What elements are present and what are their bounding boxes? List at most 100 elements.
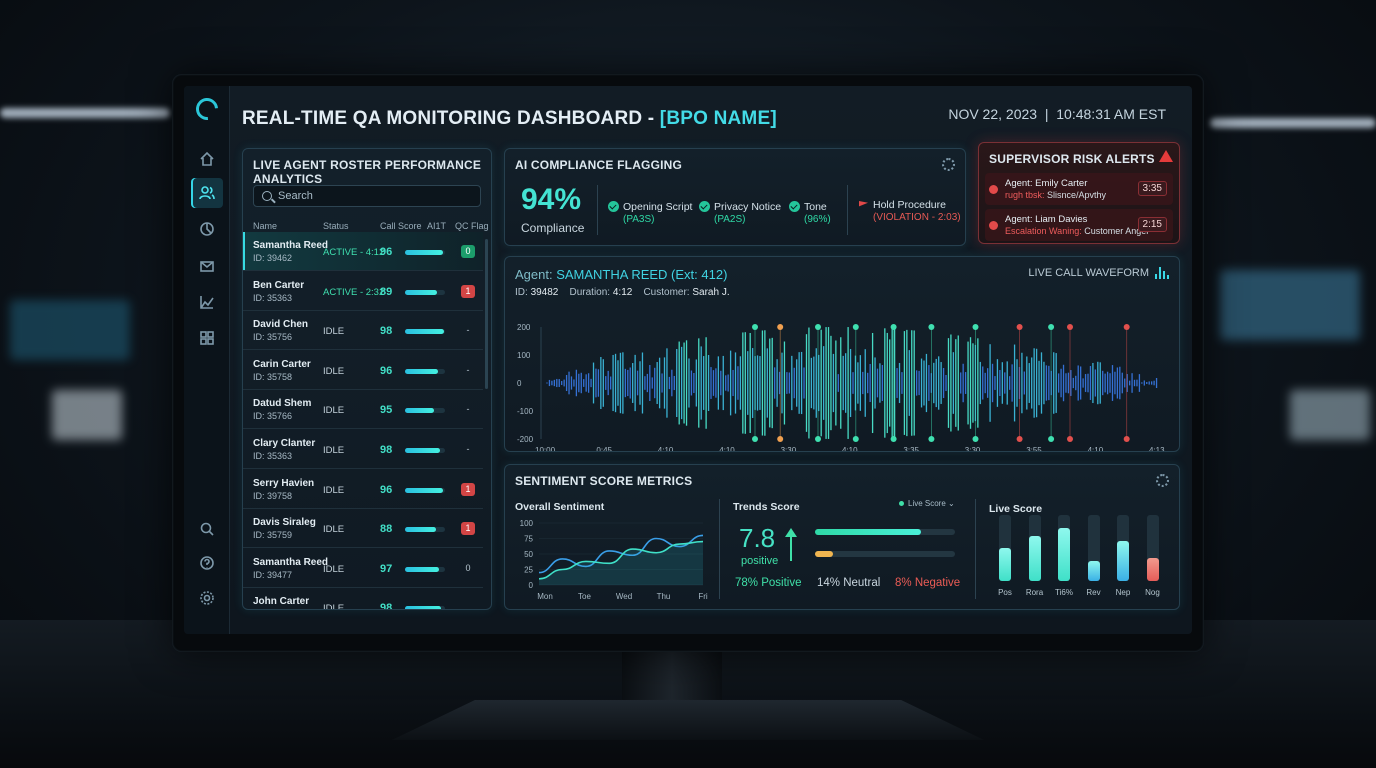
y-tick-label: 25	[524, 566, 533, 575]
live-score-dropdown[interactable]: Live Score ⌄	[899, 499, 955, 508]
search-icon[interactable]	[191, 514, 223, 544]
settings-icon[interactable]	[191, 583, 223, 613]
help-icon[interactable]	[191, 548, 223, 578]
qc-flag-badge[interactable]: -	[461, 403, 475, 416]
waveform-chart: 200 100 0 -100 -20010:00 0:45 4:10 4:10 3:30 4:10…	[517, 323, 1165, 452]
check-label: Privacy Notice	[714, 201, 782, 213]
chart-icon[interactable]	[191, 287, 223, 317]
column-header-qc-flag[interactable]: QC Flag	[455, 221, 489, 231]
event-marker[interactable]	[1123, 324, 1130, 330]
alert-description: rugh tbsk: Slisnce/Apvthy	[1005, 190, 1106, 200]
qc-flag-badge[interactable]: 0	[461, 562, 475, 575]
home-icon[interactable]	[191, 144, 223, 174]
mail-icon[interactable]	[191, 251, 223, 281]
event-marker[interactable]	[752, 436, 758, 442]
risk-alert[interactable]: Agent: Liam Davies Escalation Waning: Cu…	[985, 209, 1173, 241]
table-row[interactable]: Ben Carter ID: 35363 ACTIVE - 2:32 89 1	[243, 272, 483, 311]
event-marker[interactable]	[1048, 324, 1055, 330]
qc-flag-badge[interactable]: -	[461, 324, 475, 337]
overall-sentiment-chart: 100 75 50 25 0Mon Toe Wed Thu Fri	[520, 519, 708, 601]
datetime: NOV 22, 2023 | 10:48:31 AM EST	[948, 106, 1166, 122]
table-row[interactable]: Samantha Reed ID: 39477 IDLE 97 0	[243, 549, 483, 588]
event-marker[interactable]	[815, 324, 821, 330]
table-row[interactable]: Davis Siraleg ID: 35759 IDLE 88 1	[243, 509, 483, 549]
event-marker[interactable]	[815, 436, 821, 442]
event-marker[interactable]	[890, 436, 897, 442]
column-header-name[interactable]: Name	[253, 221, 277, 231]
agent-name: Carin Carter	[253, 358, 311, 370]
violation-label: Hold Procedure	[873, 199, 946, 211]
event-marker[interactable]	[1067, 436, 1073, 442]
event-marker[interactable]	[852, 436, 859, 442]
ai-score-bar	[405, 250, 445, 255]
divider	[975, 499, 976, 599]
live-score-bar	[1146, 515, 1159, 581]
arrow-up-icon	[785, 528, 797, 561]
qc-flag-badge[interactable]: 1	[461, 482, 475, 496]
x-tick-label: 4:13	[1149, 446, 1165, 452]
alert-text: Slisnce/Apvthy	[1044, 190, 1107, 200]
search-box	[253, 185, 481, 207]
users-icon[interactable]	[191, 178, 223, 208]
live-score-bar-fill	[1087, 561, 1100, 581]
trend-score-word: positive	[741, 555, 779, 567]
table-row[interactable]: John Carter IDLE 98	[243, 588, 483, 610]
call-score: 97	[380, 562, 393, 575]
risk-alert[interactable]: Agent: Emily Carter rugh tbsk: Slisnce/A…	[985, 173, 1173, 205]
x-tick-label: 3:30	[965, 446, 981, 452]
event-marker[interactable]	[972, 436, 979, 442]
qc-flag-badge[interactable]	[461, 601, 475, 609]
brand-name: [BPO NAME]	[659, 108, 777, 129]
qc-flag-badge[interactable]: 0	[461, 245, 475, 258]
warning-icon	[1159, 150, 1173, 162]
event-marker[interactable]	[1016, 436, 1023, 442]
agent-heading: Agent: SAMANTHA REED (Ext: 412)	[515, 267, 727, 282]
ai-score-bar	[405, 408, 445, 414]
trends-score-label: Trends Score	[733, 501, 800, 513]
y-tick-label: 100	[520, 519, 534, 528]
settings-icon[interactable]	[942, 158, 955, 171]
column-header-status[interactable]: Status	[323, 221, 349, 231]
table-row[interactable]: Datud Shem ID: 35766 IDLE 95 -	[243, 390, 483, 430]
table-row[interactable]: David Chen ID: 35756 IDLE 98 -	[243, 311, 483, 351]
event-marker[interactable]	[1123, 436, 1130, 442]
column-header-call-score[interactable]: Call Score	[380, 221, 422, 231]
call-score: 98	[380, 602, 393, 610]
x-tick-label: 4:10	[658, 446, 674, 452]
agent-id: ID: 35756	[253, 332, 293, 343]
event-marker[interactable]	[972, 324, 979, 330]
event-marker[interactable]	[928, 436, 935, 442]
x-tick-label: Toe	[578, 592, 591, 601]
compliance-panel: AI COMPLIANCE FLAGGING 94% Compliance Op…	[504, 148, 966, 246]
call-score: 88	[380, 523, 393, 536]
event-marker[interactable]	[1048, 436, 1055, 442]
qc-flag-badge[interactable]: -	[461, 443, 475, 456]
event-marker[interactable]	[852, 324, 859, 330]
event-marker[interactable]	[777, 436, 784, 442]
roster-list: Samantha Reed ID: 39462 ACTIVE - 4:12 96 0 Be…	[243, 232, 491, 610]
table-row[interactable]: Samantha Reed ID: 39462 ACTIVE - 4:12 96 0	[243, 232, 483, 271]
column-header-ai1t[interactable]: AI1T	[427, 221, 446, 231]
event-marker[interactable]	[890, 324, 897, 330]
alert-description: Escalation Waning: Customer Anger	[1005, 226, 1149, 236]
qc-flag-badge[interactable]: 1	[461, 284, 475, 298]
check-icon	[699, 201, 710, 212]
analytics-icon[interactable]	[191, 214, 223, 244]
live-score-label: Ti6%	[1055, 588, 1073, 597]
search-input[interactable]	[278, 188, 474, 204]
table-row[interactable]: Carin Carter ID: 35758 IDLE 96 -	[243, 351, 483, 390]
call-score: 95	[380, 404, 393, 417]
agent-status: IDLE	[323, 365, 345, 377]
event-marker[interactable]	[752, 324, 758, 330]
qc-flag-badge[interactable]: 1	[461, 522, 475, 536]
event-marker[interactable]	[777, 324, 784, 330]
live-score-label: Rora	[1025, 588, 1044, 597]
event-marker[interactable]	[928, 324, 935, 330]
event-marker[interactable]	[1016, 324, 1023, 330]
apps-icon[interactable]	[191, 323, 223, 353]
table-row[interactable]: Clary Clanter ID: 35363 IDLE 98 -	[243, 430, 483, 469]
event-marker[interactable]	[1067, 324, 1073, 330]
qc-flag-badge[interactable]: -	[461, 364, 475, 377]
scrollbar[interactable]	[485, 239, 488, 389]
table-row[interactable]: Serry Havien ID: 39758 IDLE 96 1	[243, 470, 483, 509]
